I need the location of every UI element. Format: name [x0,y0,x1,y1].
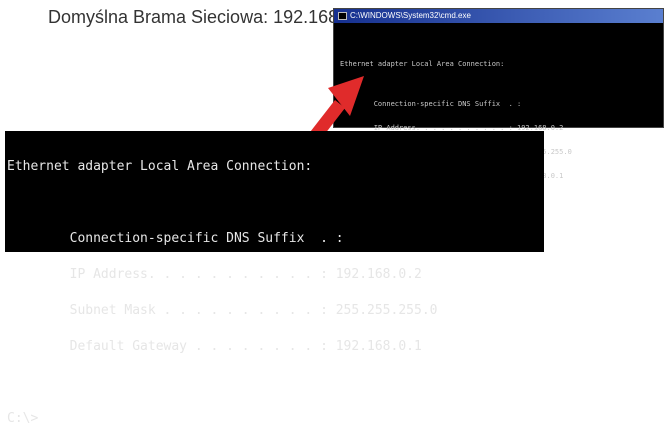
adapter-heading: Ethernet adapter Local Area Connection: [7,159,313,174]
cmd-window[interactable]: C:\WINDOWS\System32\cmd.exe Ethernet ada… [333,8,664,220]
cmd-line: Ethernet adapter Local Area Connection: [340,60,505,68]
zoomed-console: Ethernet adapter Local Area Connection: … [5,131,544,425]
cmd-titlebar[interactable]: C:\WINDOWS\System32\cmd.exe [334,9,663,23]
cmd-line: Connection-specific DNS Suffix . : [340,100,522,108]
command-prompt[interactable]: C:\> [7,412,542,425]
default-gateway-line: Default Gateway . . . . . . . . : 192.16… [7,339,422,354]
subnet-mask-line: Subnet Mask . . . . . . . . . . : 255.25… [7,303,438,318]
dns-suffix-line: Connection-specific DNS Suffix . : [7,231,344,246]
cmd-window-title: C:\WINDOWS\System32\cmd.exe [350,11,471,20]
gateway-caption: Domyślna Brama Sieciowa: 192.168.0.1 [48,7,369,27]
ip-address-line: IP Address. . . . . . . . . . . : 192.16… [7,267,422,282]
cmd-icon [338,12,347,20]
